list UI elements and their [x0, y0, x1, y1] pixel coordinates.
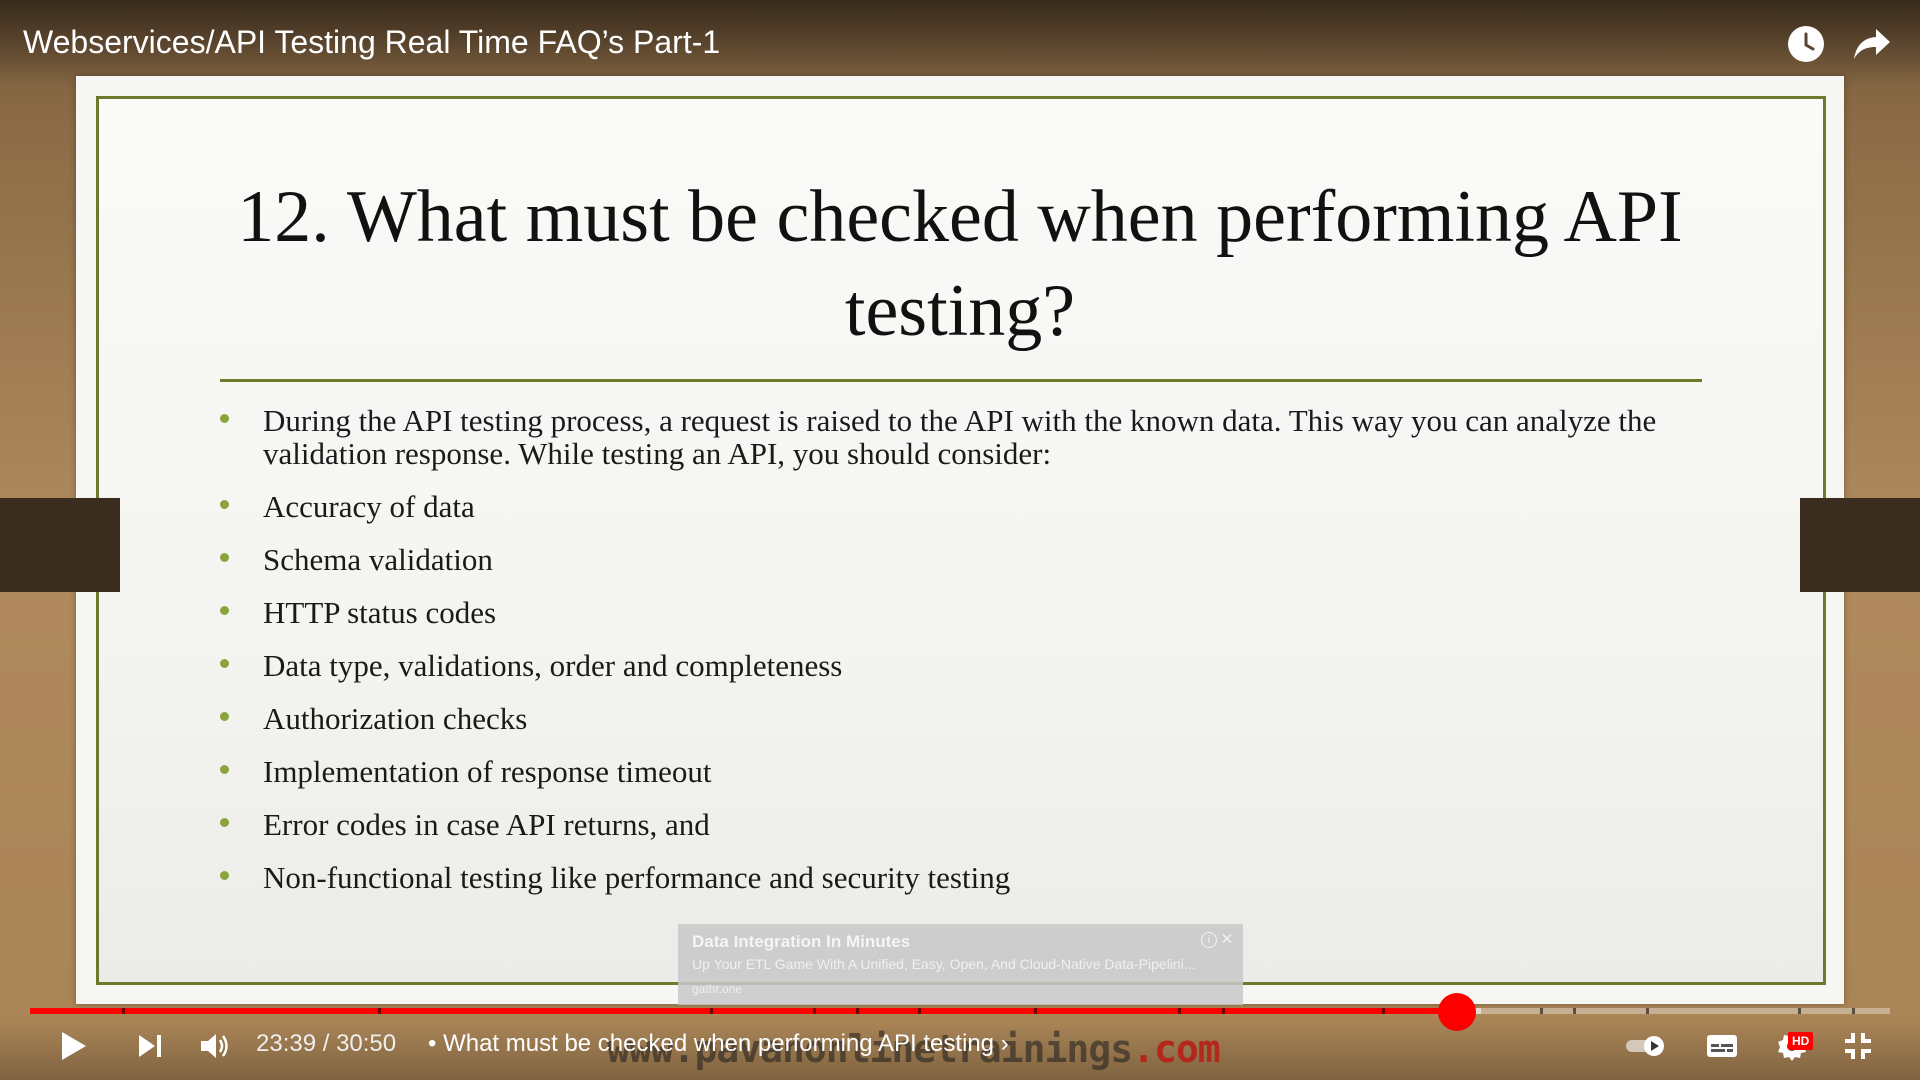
chapter-marker: [378, 1008, 381, 1014]
bullet-text: During the API testing process, a reques…: [263, 403, 1657, 471]
bullet-item: Schema validation: [220, 543, 1700, 576]
ad-title[interactable]: Data Integration In Minutes: [692, 932, 910, 952]
ad-domain[interactable]: gathr.one: [692, 982, 742, 996]
bullet-dot: [220, 414, 229, 423]
bullet-text: Accuracy of data: [263, 489, 475, 524]
bullet-text: Data type, validations, order and comple…: [263, 648, 843, 683]
bullet-text: Schema validation: [263, 542, 493, 577]
chevron-right-icon[interactable]: ›: [1001, 1030, 1009, 1057]
chapter-marker: [856, 1008, 859, 1014]
play-icon[interactable]: [56, 1026, 92, 1066]
share-arrow-icon[interactable]: [1852, 24, 1892, 64]
right-side-panel: [1800, 498, 1920, 592]
exit-fullscreen-icon[interactable]: [1840, 1028, 1876, 1064]
bullet-item: Implementation of response timeout: [220, 755, 1700, 788]
bullet-dot: [220, 606, 229, 615]
slide-divider: [220, 379, 1702, 382]
chapter-marker: [1382, 1008, 1385, 1014]
clock-icon[interactable]: [1786, 24, 1826, 64]
progress-bar[interactable]: [30, 1008, 1890, 1014]
bullet-item: Data type, validations, order and comple…: [220, 649, 1700, 682]
left-side-panel: [0, 498, 120, 592]
chapter-marker: [1852, 1008, 1855, 1014]
ad-body[interactable]: Up Your ETL Game With A Unified, Easy, O…: [692, 956, 1232, 972]
bullet-dot: [220, 818, 229, 827]
bullet-dot: [220, 500, 229, 509]
chapter-marker: [1034, 1008, 1037, 1014]
hd-badge: HD: [1788, 1032, 1814, 1050]
chapter-marker: [1540, 1008, 1543, 1014]
bullet-dot: [220, 659, 229, 668]
info-icon[interactable]: i: [1201, 932, 1217, 948]
ad-overlay[interactable]: Data Integration In Minutes Up Your ETL …: [678, 924, 1243, 1005]
bullet-item: Accuracy of data: [220, 490, 1700, 523]
slide-title: 12. What must be checked when performing…: [237, 176, 1683, 352]
bullet-text: Error codes in case API returns, and: [263, 807, 710, 842]
chapter-marker: [918, 1008, 921, 1014]
chapter-marker: [813, 1008, 816, 1014]
bullet-intro: During the API testing process, a reques…: [220, 404, 1700, 470]
bullet-text: HTTP status codes: [263, 595, 497, 630]
volume-icon[interactable]: [198, 1028, 232, 1064]
video-title[interactable]: Webservices/API Testing Real Time FAQ’s …: [23, 24, 720, 61]
subtitles-icon[interactable]: [1704, 1032, 1740, 1060]
bullet-item: Non-functional testing like performance …: [220, 861, 1700, 894]
slide-bullet-list: During the API testing process, a reques…: [220, 404, 1700, 914]
watermark-suffix: .com: [1132, 1027, 1221, 1071]
bullet-dot: [220, 765, 229, 774]
chapter-marker: [1178, 1008, 1181, 1014]
chapter-marker: [1646, 1008, 1649, 1014]
bullet-item: Error codes in case API returns, and: [220, 808, 1700, 841]
bullet-dot: [220, 553, 229, 562]
bullet-dot: [220, 871, 229, 880]
progress-played: [30, 1008, 1457, 1014]
time-display: 23:39 / 30:50: [256, 1030, 397, 1057]
bullet-text: Authorization checks: [263, 701, 528, 736]
chapter-title[interactable]: • What must be checked when performing A…: [428, 1030, 1009, 1058]
close-icon[interactable]: ✕: [1219, 930, 1235, 948]
bullet-item: Authorization checks: [220, 702, 1700, 735]
bullet-text: Non-functional testing like performance …: [263, 860, 1011, 895]
chapter-marker: [710, 1008, 713, 1014]
chapter-marker: [1573, 1008, 1576, 1014]
autoplay-toggle-icon[interactable]: [1624, 1032, 1668, 1060]
next-icon[interactable]: [134, 1030, 166, 1062]
chapter-marker: [122, 1008, 125, 1014]
bullet-text: Implementation of response timeout: [263, 754, 712, 789]
chapter-marker: [1798, 1008, 1801, 1014]
bullet-item: HTTP status codes: [220, 596, 1700, 629]
chapter-marker: [1222, 1008, 1225, 1014]
bullet-dot: [220, 712, 229, 721]
chapter-title-text[interactable]: What must be checked when performing API…: [443, 1030, 994, 1057]
chapter-separator: •: [428, 1030, 437, 1057]
